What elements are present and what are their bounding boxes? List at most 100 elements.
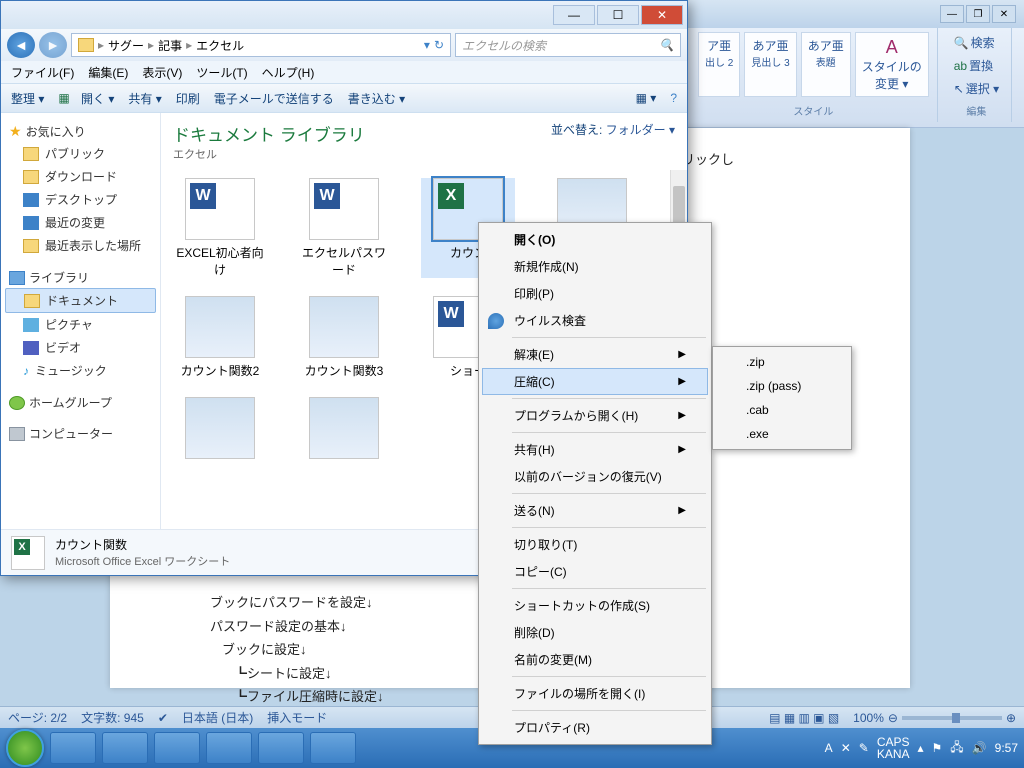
replace-button[interactable]: ab置換 <box>950 55 1003 76</box>
sidebar-item-videos[interactable]: ビデオ <box>5 336 156 359</box>
sidebar-item-recent-places[interactable]: 最近表示した場所 <box>5 234 156 257</box>
nav-forward[interactable]: ► <box>39 32 67 58</box>
explorer-minimize[interactable]: ― <box>553 5 595 25</box>
tb-organize[interactable]: 整理 ▾ <box>11 90 44 107</box>
submenu-item[interactable]: .zip (pass) <box>716 374 848 398</box>
tray-volume-icon[interactable]: 🔊 <box>972 741 987 755</box>
submenu-item[interactable]: .zip <box>716 350 848 374</box>
file-item[interactable]: EXCEL初心者向け <box>173 178 267 278</box>
tray-network-icon[interactable]: 🖧 <box>950 738 963 759</box>
ime-icon[interactable]: ✕ <box>841 741 851 755</box>
task-chrome[interactable] <box>102 732 148 764</box>
sidebar-item-documents[interactable]: ドキュメント <box>5 288 156 313</box>
menu-edit[interactable]: 編集(E) <box>88 64 128 81</box>
sidebar-item-pictures[interactable]: ピクチャ <box>5 313 156 336</box>
ctx-item[interactable]: 開く(O) <box>482 226 708 253</box>
ctx-item[interactable]: ファイルの場所を開く(I) <box>482 680 708 707</box>
explorer-close[interactable]: ✕ <box>641 5 683 25</box>
ctx-item[interactable]: ショートカットの作成(S) <box>482 592 708 619</box>
tray-clock[interactable]: 9:57 <box>995 741 1018 755</box>
explorer-maximize[interactable]: ☐ <box>597 5 639 25</box>
status-lang[interactable]: 日本語 (日本) <box>182 709 253 726</box>
breadcrumb-seg[interactable]: 記事 <box>158 37 182 54</box>
task-explorer[interactable] <box>50 732 96 764</box>
tb-open[interactable]: ▦ 開く ▾ <box>58 90 114 107</box>
task-app[interactable] <box>310 732 356 764</box>
ctx-item[interactable]: 共有(H)▶ <box>482 436 708 463</box>
sidebar-item-recent-changes[interactable]: 最近の変更 <box>5 211 156 234</box>
ctx-item[interactable]: 切り取り(T) <box>482 531 708 558</box>
sidebar-item-public[interactable]: パブリック <box>5 142 156 165</box>
zoom-control[interactable]: 100% ⊖⊕ <box>853 711 1016 725</box>
sidebar-libraries-header[interactable]: ライブラリ <box>5 267 156 288</box>
ctx-item[interactable]: プロパティ(R) <box>482 714 708 741</box>
task-excel[interactable] <box>206 732 252 764</box>
sidebar-computer[interactable]: コンピューター <box>5 423 156 444</box>
menu-file[interactable]: ファイル(F) <box>11 64 74 81</box>
tb-share[interactable]: 共有 ▾ <box>128 90 161 107</box>
ctx-item[interactable]: プログラムから開く(H)▶ <box>482 402 708 429</box>
refresh-icon[interactable]: ↻ <box>434 38 444 52</box>
ctx-item[interactable]: 印刷(P) <box>482 280 708 307</box>
start-button[interactable] <box>6 729 44 767</box>
ctx-item[interactable]: 解凍(E)▶ <box>482 341 708 368</box>
word-restore[interactable]: ❐ <box>966 5 990 23</box>
sidebar-favorites-header[interactable]: ★お気に入り <box>5 121 156 142</box>
ctx-item[interactable]: 新規作成(N) <box>482 253 708 280</box>
ctx-item[interactable]: コピー(C) <box>482 558 708 585</box>
tray-chevron-icon[interactable]: ▴ <box>918 741 924 755</box>
file-item[interactable]: カウント関数3 <box>297 296 391 379</box>
file-item[interactable]: カウント関数2 <box>173 296 267 379</box>
word-close[interactable]: ✕ <box>992 5 1016 23</box>
address-bar[interactable]: ▸ サグー ▸ 記事 ▸ エクセル ▾ ↻ <box>71 33 451 57</box>
ctx-item[interactable]: 削除(D) <box>482 619 708 646</box>
library-sort[interactable]: 並べ替え: フォルダー ▾ <box>551 121 675 138</box>
find-button[interactable]: 🔍検索 <box>950 32 1003 53</box>
task-paint[interactable] <box>258 732 304 764</box>
sidebar-item-downloads[interactable]: ダウンロード <box>5 165 156 188</box>
tb-print[interactable]: 印刷 <box>176 90 200 107</box>
addr-dropdown-icon[interactable]: ▾ <box>424 38 430 52</box>
word-minimize[interactable]: ― <box>940 5 964 23</box>
ctx-item[interactable]: 以前のバージョンの復元(V) <box>482 463 708 490</box>
file-item[interactable]: エクセルパスワード <box>297 178 391 278</box>
nav-back[interactable]: ◄ <box>7 32 35 58</box>
tb-view-icon[interactable]: ▦ ▾ <box>636 91 657 105</box>
sidebar-item-music[interactable]: ♪ミュージック <box>5 359 156 382</box>
change-styles[interactable]: Aスタイルの 変更 ▾ <box>855 32 929 97</box>
status-page[interactable]: ページ: 2/2 <box>8 709 67 726</box>
task-word[interactable] <box>154 732 200 764</box>
style-heading3[interactable]: あア亜見出し 3 <box>744 32 796 97</box>
menu-view[interactable]: 表示(V) <box>142 64 182 81</box>
tb-email[interactable]: 電子メールで送信する <box>214 90 334 107</box>
file-item[interactable] <box>297 397 391 463</box>
sidebar-item-desktop[interactable]: デスクトップ <box>5 188 156 211</box>
ctx-item[interactable]: ウイルス検査 <box>482 307 708 334</box>
tb-write[interactable]: 書き込む ▾ <box>348 90 405 107</box>
status-mode[interactable]: 挿入モード <box>267 709 327 726</box>
submenu-item[interactable]: .cab <box>716 398 848 422</box>
view-buttons[interactable]: ▤ ▦ ▥ ▣ ▧ <box>769 711 839 725</box>
breadcrumb-seg[interactable]: エクセル <box>196 37 244 54</box>
ctx-item[interactable]: 送る(N)▶ <box>482 497 708 524</box>
ctx-item[interactable]: 圧縮(C)▶ <box>482 368 708 395</box>
tb-help-icon[interactable]: ? <box>670 91 677 105</box>
select-button[interactable]: ↖選択 ▾ <box>950 78 1003 99</box>
menu-tool[interactable]: ツール(T) <box>196 64 247 81</box>
submenu-item[interactable]: .exe <box>716 422 848 446</box>
style-title[interactable]: あア亜表題 <box>801 32 851 97</box>
ime-mode[interactable]: A <box>825 741 833 755</box>
ime-tool-icon[interactable]: ✎ <box>859 741 869 755</box>
tray-flag-icon[interactable]: ⚑ <box>932 741 943 755</box>
breadcrumb-seg[interactable]: サグー <box>108 37 144 54</box>
caps-kana[interactable]: CAPSKANA <box>877 736 910 760</box>
status-words[interactable]: 文字数: 945 <box>81 709 144 726</box>
ctx-item[interactable]: 名前の変更(M) <box>482 646 708 673</box>
search-box[interactable]: エクセルの検索 🔍 <box>455 33 681 57</box>
style-heading2[interactable]: ア亜出し 2 <box>698 32 740 97</box>
file-item[interactable] <box>173 397 267 463</box>
explorer-titlebar[interactable]: ― ☐ ✕ <box>1 1 687 29</box>
menu-help[interactable]: ヘルプ(H) <box>262 64 315 81</box>
sidebar-homegroup[interactable]: ホームグループ <box>5 392 156 413</box>
status-proof-icon[interactable]: ✔ <box>158 711 168 725</box>
